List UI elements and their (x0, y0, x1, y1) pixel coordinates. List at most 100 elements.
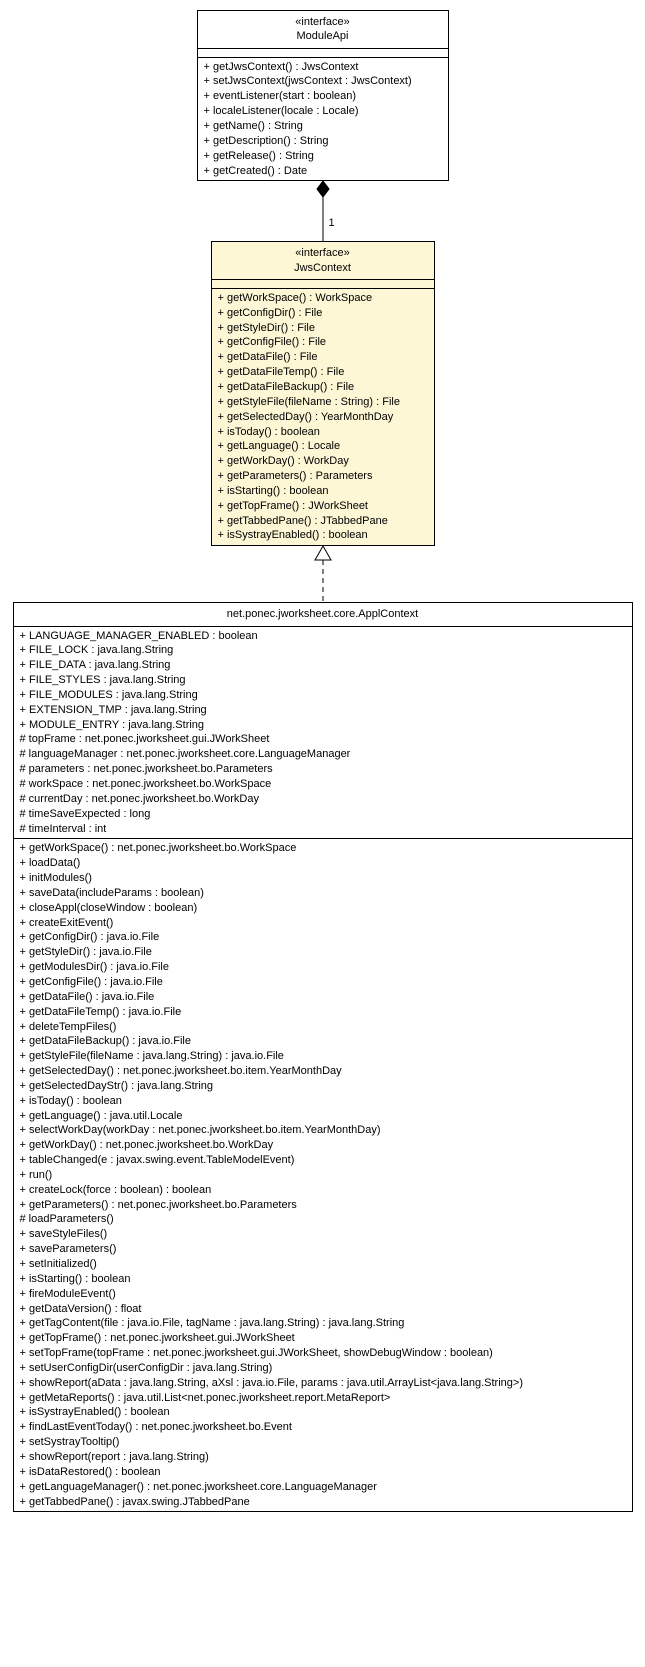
member-row: + deleteTempFiles() (20, 1020, 626, 1035)
member-row: + selectWorkDay(workDay : net.ponec.jwor… (20, 1123, 626, 1138)
member-row: + getConfigFile() : File (218, 335, 428, 350)
member-row: # currentDay : net.ponec.jworksheet.bo.W… (20, 792, 626, 807)
member-row: + saveStyleFiles() (20, 1227, 626, 1242)
member-row: + getLanguage() : Locale (218, 439, 428, 454)
member-row: + getTopFrame() : JWorkSheet (218, 499, 428, 514)
member-row: + getDataFileTemp() : java.io.File (20, 1005, 626, 1020)
member-row: + getLanguageManager() : net.ponec.jwork… (20, 1480, 626, 1495)
class-title: «interface» ModuleApi (198, 11, 448, 49)
member-row: + EXTENSION_TMP : java.lang.String (20, 703, 626, 718)
member-row: + showReport(aData : java.lang.String, a… (20, 1376, 626, 1391)
member-row: + getDataVersion() : float (20, 1302, 626, 1317)
member-row: + getSelectedDay() : YearMonthDay (218, 410, 428, 425)
composition-connector (197, 181, 449, 241)
member-row: + FILE_LOCK : java.lang.String (20, 643, 626, 658)
member-row: + getSelectedDay() : net.ponec.jworkshee… (20, 1064, 626, 1079)
member-row: # loadParameters() (20, 1212, 626, 1227)
member-row: + tableChanged(e : javax.swing.event.Tab… (20, 1153, 626, 1168)
class-box-moduleapi: «interface» ModuleApi + getJwsContext() … (197, 10, 449, 181)
member-row: + setUserConfigDir(userConfigDir : java.… (20, 1361, 626, 1376)
member-row: + run() (20, 1168, 626, 1183)
class-title: net.ponec.jworksheet.core.ApplContext (14, 603, 632, 626)
member-row: + isDataRestored() : boolean (20, 1465, 626, 1480)
member-row: + setJwsContext(jwsContext : JwsContext) (204, 74, 442, 89)
member-row: + createExitEvent() (20, 916, 626, 931)
member-row: + getConfigDir() : java.io.File (20, 930, 626, 945)
member-row: + getName() : String (204, 119, 442, 134)
member-row: + getDataFileTemp() : File (218, 365, 428, 380)
member-row: + getTabbedPane() : JTabbedPane (218, 514, 428, 529)
attributes-compartment (212, 280, 434, 289)
uml-class-diagram: «interface» ModuleApi + getJwsContext() … (10, 10, 635, 1512)
member-row: + isStarting() : boolean (218, 484, 428, 499)
member-row: # languageManager : net.ponec.jworksheet… (20, 747, 626, 762)
member-row: + getTabbedPane() : javax.swing.JTabbedP… (20, 1495, 626, 1510)
class-title: «interface» JwsContext (212, 242, 434, 280)
member-row: # parameters : net.ponec.jworksheet.bo.P… (20, 762, 626, 777)
member-row: # topFrame : net.ponec.jworksheet.gui.JW… (20, 732, 626, 747)
member-row: + getDescription() : String (204, 134, 442, 149)
member-row: + fireModuleEvent() (20, 1287, 626, 1302)
class-name: ModuleApi (204, 29, 442, 43)
member-row: + getWorkDay() : WorkDay (218, 454, 428, 469)
member-row: + localeListener(locale : Locale) (204, 104, 442, 119)
operations-compartment: + getJwsContext() : JwsContext+ setJwsCo… (198, 58, 448, 181)
member-row: + getTagContent(file : java.io.File, tag… (20, 1316, 626, 1331)
member-row: + findLastEventToday() : net.ponec.jwork… (20, 1420, 626, 1435)
member-row: + isSystrayEnabled() : boolean (20, 1405, 626, 1420)
member-row: + initModules() (20, 871, 626, 886)
member-row: + getParameters() : net.ponec.jworksheet… (20, 1198, 626, 1213)
member-row: + getRelease() : String (204, 149, 442, 164)
member-row: + getDataFileBackup() : File (218, 380, 428, 395)
realization-connector (197, 546, 449, 602)
member-row: + getStyleDir() : File (218, 321, 428, 336)
stereotype: «interface» (218, 246, 428, 260)
member-row: + getDataFileBackup() : java.io.File (20, 1034, 626, 1049)
member-row: + getWorkDay() : net.ponec.jworksheet.bo… (20, 1138, 626, 1153)
multiplicity-label: 1 (329, 217, 335, 229)
member-row: + getTopFrame() : net.ponec.jworksheet.g… (20, 1331, 626, 1346)
member-row: + loadData() (20, 856, 626, 871)
class-name: JwsContext (218, 261, 428, 275)
member-row: + getCreated() : Date (204, 164, 442, 179)
member-row: + getDataFile() : java.io.File (20, 990, 626, 1005)
member-row: + FILE_STYLES : java.lang.String (20, 673, 626, 688)
member-row: + getJwsContext() : JwsContext (204, 60, 442, 75)
member-row: # timeInterval : int (20, 822, 626, 837)
member-row: + getDataFile() : File (218, 350, 428, 365)
member-row: + setInitialized() (20, 1257, 626, 1272)
member-row: + MODULE_ENTRY : java.lang.String (20, 718, 626, 733)
member-row: + getWorkSpace() : net.ponec.jworksheet.… (20, 841, 626, 856)
member-row: + isToday() : boolean (218, 425, 428, 440)
member-row: + getConfigFile() : java.io.File (20, 975, 626, 990)
member-row: + showReport(report : java.lang.String) (20, 1450, 626, 1465)
class-name: net.ponec.jworksheet.core.ApplContext (20, 607, 626, 621)
member-row: # timeSaveExpected : long (20, 807, 626, 822)
member-row: + getModulesDir() : java.io.File (20, 960, 626, 975)
member-row: + getWorkSpace() : WorkSpace (218, 291, 428, 306)
member-row: + saveData(includeParams : boolean) (20, 886, 626, 901)
member-row: + getMetaReports() : java.util.List<net.… (20, 1391, 626, 1406)
member-row: + getSelectedDayStr() : java.lang.String (20, 1079, 626, 1094)
member-row: + closeAppl(closeWindow : boolean) (20, 901, 626, 916)
member-row: + getLanguage() : java.util.Locale (20, 1109, 626, 1124)
attributes-compartment: + LANGUAGE_MANAGER_ENABLED : boolean+ FI… (14, 627, 632, 840)
member-row: + eventListener(start : boolean) (204, 89, 442, 104)
member-row: + getStyleFile(fileName : String) : File (218, 395, 428, 410)
member-row: + getStyleDir() : java.io.File (20, 945, 626, 960)
class-box-applcontext: net.ponec.jworksheet.core.ApplContext + … (13, 602, 633, 1512)
operations-compartment: + getWorkSpace() : net.ponec.jworksheet.… (14, 839, 632, 1511)
member-row: + FILE_MODULES : java.lang.String (20, 688, 626, 703)
member-row: + createLock(force : boolean) : boolean (20, 1183, 626, 1198)
member-row: + isToday() : boolean (20, 1094, 626, 1109)
operations-compartment: + getWorkSpace() : WorkSpace+ getConfigD… (212, 289, 434, 545)
member-row: + isStarting() : boolean (20, 1272, 626, 1287)
stereotype: «interface» (204, 15, 442, 29)
member-row: + isSystrayEnabled() : boolean (218, 528, 428, 543)
member-row: + getConfigDir() : File (218, 306, 428, 321)
attributes-compartment (198, 49, 448, 58)
member-row: # workSpace : net.ponec.jworksheet.bo.Wo… (20, 777, 626, 792)
member-row: + saveParameters() (20, 1242, 626, 1257)
member-row: + getParameters() : Parameters (218, 469, 428, 484)
member-row: + getStyleFile(fileName : java.lang.Stri… (20, 1049, 626, 1064)
